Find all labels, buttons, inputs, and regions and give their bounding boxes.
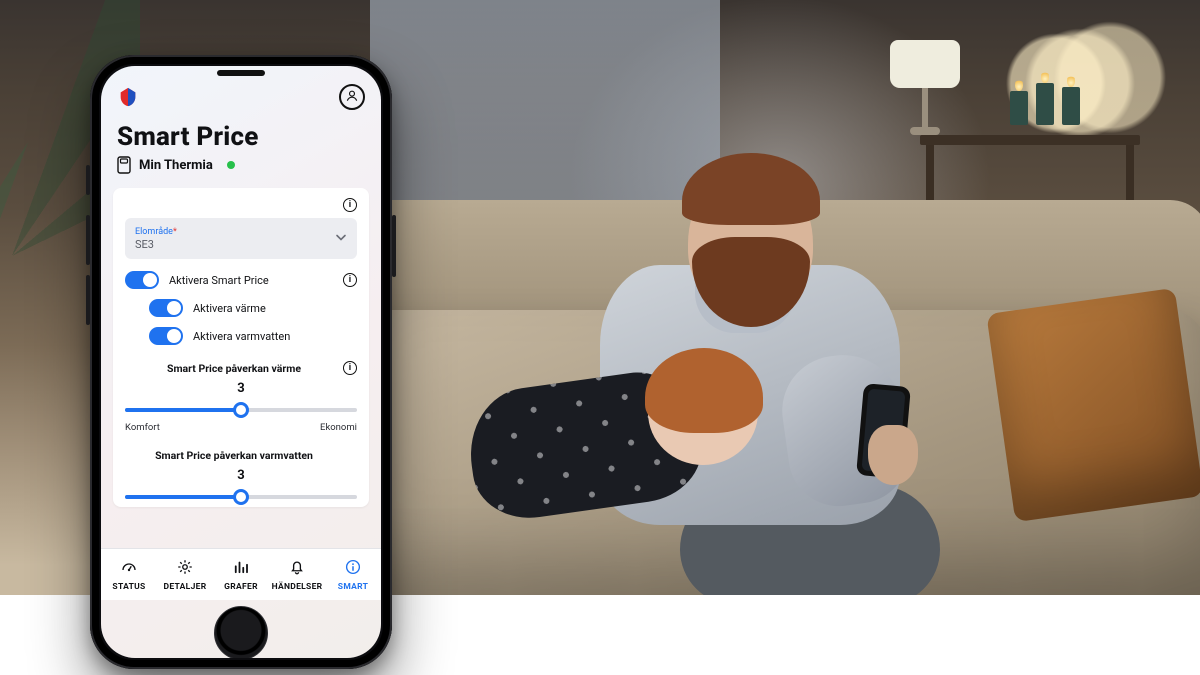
tab-label: GRAFER [224,582,258,592]
tab-grafer[interactable]: GRAFER [213,549,269,600]
candle-shape [1010,91,1028,125]
slider-hotwater-fill [125,495,241,499]
home-button[interactable] [214,606,268,658]
bars-icon [232,558,250,579]
toggle-hot-water[interactable] [149,327,183,345]
slider-hotwater-thumb [233,489,249,505]
slider-hotwater[interactable] [125,487,357,507]
info-icon[interactable]: i [343,273,357,287]
page-title: Smart Price [101,118,381,152]
status-online-icon [227,161,235,169]
toggle-smart-price-row: Aktivera Smart Price i [125,271,357,289]
slider-heating-title: Smart Price påverkan värme [167,362,301,375]
area-select-label: Elområde [135,227,173,237]
tab-smart[interactable]: SMART [325,549,381,600]
slider-heating-fill [125,408,241,412]
slider-hotwater-title: Smart Price påverkan varmvatten [155,449,313,462]
toggle-smart-price[interactable] [125,271,159,289]
tab-label: SMART [338,582,368,592]
slider-heating-left: Komfort [125,422,160,433]
profile-button[interactable] [339,84,365,110]
cushion-shape [986,288,1200,522]
settings-card: i Elområde* SE3 Aktivera Smart Price i A… [113,188,369,507]
tab-detaljer[interactable]: DETALJER [157,549,213,600]
toggle-heating[interactable] [149,299,183,317]
chevron-down-icon [335,231,347,246]
phone-mockup: Smart Price Min Thermia i Elområde* SE3 [90,55,392,669]
bell-icon [288,558,306,579]
phone-screen: Smart Price Min Thermia i Elområde* SE3 [101,66,381,658]
user-icon [345,89,359,106]
toggle-smart-price-label: Aktivera Smart Price [169,274,269,287]
tab-status[interactable]: STATUS [101,549,157,600]
gear-icon [176,558,194,579]
child-shape [470,350,790,550]
tab-handelser[interactable]: HÄNDELSER [269,549,325,600]
slider-hotwater-block: Smart Price påverkan varmvatten 3 [125,449,357,507]
bottom-tabbar: STATUS DETALJER GRAFER HÄNDELSER [101,548,381,600]
toggle-heating-row: Aktivera värme [125,299,357,317]
slider-heating-thumb [233,402,249,418]
toggle-hot-water-label: Aktivera varmvatten [193,330,290,343]
lamp-shape [890,40,960,135]
candle-shape [1062,87,1080,125]
tab-label: DETALJER [164,582,207,592]
earpiece [217,70,265,76]
info-circle-icon [344,558,362,579]
info-icon[interactable]: i [343,361,357,375]
gauge-icon [120,558,138,579]
device-name: Min Thermia [139,158,213,173]
tab-label: HÄNDELSER [272,582,323,592]
slider-hotwater-value: 3 [125,468,357,483]
tab-label: STATUS [112,582,145,592]
slider-heating-value: 3 [125,381,357,396]
info-icon[interactable]: i [343,198,357,212]
area-select-value: SE3 [135,238,347,251]
toggle-heating-label: Aktivera värme [193,302,266,315]
device-row: Min Thermia [101,152,381,184]
required-mark: * [173,227,177,237]
candle-shape [1036,83,1054,125]
area-select[interactable]: Elområde* SE3 [125,218,357,259]
heatpump-icon [117,156,131,174]
slider-heating-right: Ekonomi [320,422,357,433]
slider-heating[interactable] [125,400,357,420]
toggle-hot-water-row: Aktivera varmvatten [125,327,357,345]
brand-logo-icon [117,86,139,108]
slider-heating-block: Smart Price påverkan värme i 3 Komfort E… [125,361,357,433]
